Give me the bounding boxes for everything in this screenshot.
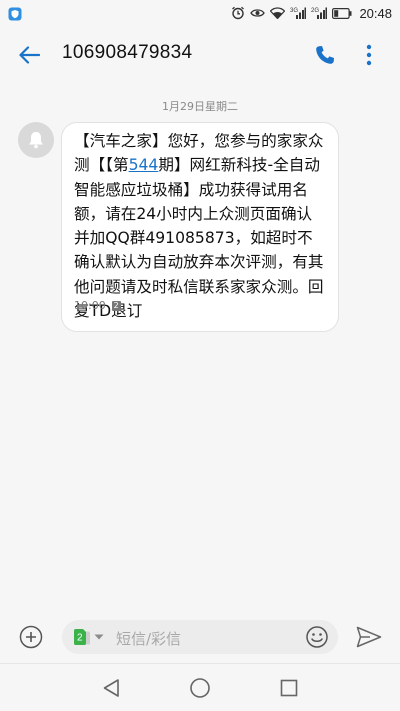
back-button[interactable]: [14, 40, 44, 70]
nav-recents-button[interactable]: [276, 675, 302, 701]
nav-back-icon: [103, 679, 119, 697]
nav-recents-icon: [280, 679, 298, 697]
add-attachment-button[interactable]: [18, 624, 44, 650]
nav-home-icon: [190, 678, 210, 698]
status-time: 20:48: [359, 5, 392, 21]
sim-card-icon: 2: [74, 628, 91, 646]
emoji-icon: [306, 626, 328, 648]
message-input[interactable]: 2 短信/彩信: [62, 620, 338, 654]
call-button[interactable]: [310, 40, 340, 70]
notification-bell-icon: [29, 132, 43, 149]
shield-icon: [8, 6, 22, 21]
message-link[interactable]: 544: [129, 156, 159, 174]
back-arrow-icon: [19, 46, 40, 64]
send-icon: [356, 626, 382, 648]
eye-icon: [250, 7, 266, 19]
alarm-icon: [231, 6, 245, 20]
signal-icon: 3G: [290, 6, 307, 20]
phone-icon: [316, 46, 334, 64]
emoji-button[interactable]: [304, 624, 330, 650]
app-bar: 106908479834: [0, 26, 400, 84]
sim-selector[interactable]: 2: [74, 628, 104, 646]
signal-icon: 2G: [311, 6, 328, 20]
more-options-button[interactable]: [356, 40, 382, 70]
compose-bar: 2 短信/彩信: [0, 612, 400, 662]
message-time: 10:00: [74, 299, 106, 312]
date-divider: 1月29日星期二: [162, 100, 238, 113]
send-button[interactable]: [355, 624, 383, 650]
battery-icon: [332, 7, 352, 19]
sim-selector-number: 2: [77, 633, 83, 644]
signal2-label: 2G: [311, 8, 319, 14]
wifi-icon: [270, 7, 286, 19]
more-vert-icon: [366, 44, 372, 66]
message-meta: 10:00 2: [74, 299, 121, 312]
message-text-end: 期】网红新科技-全自动智能感应垃圾桶】成功获得试用名额，请在24小时内上众测页面…: [74, 156, 324, 321]
contact-number-title: 106908479834: [62, 42, 193, 63]
nav-home-button[interactable]: [187, 675, 213, 701]
status-bar: 3G 2G 20:48: [0, 0, 400, 26]
nav-back-button[interactable]: [98, 675, 124, 701]
navigation-bar: [0, 663, 400, 711]
add-circle-icon: [19, 625, 43, 649]
avatar[interactable]: [18, 122, 54, 158]
dropdown-arrow-icon: [94, 634, 104, 640]
sim-slot-badge: 2: [111, 300, 121, 311]
signal1-label: 3G: [290, 8, 298, 14]
compose-placeholder: 短信/彩信: [116, 630, 182, 648]
